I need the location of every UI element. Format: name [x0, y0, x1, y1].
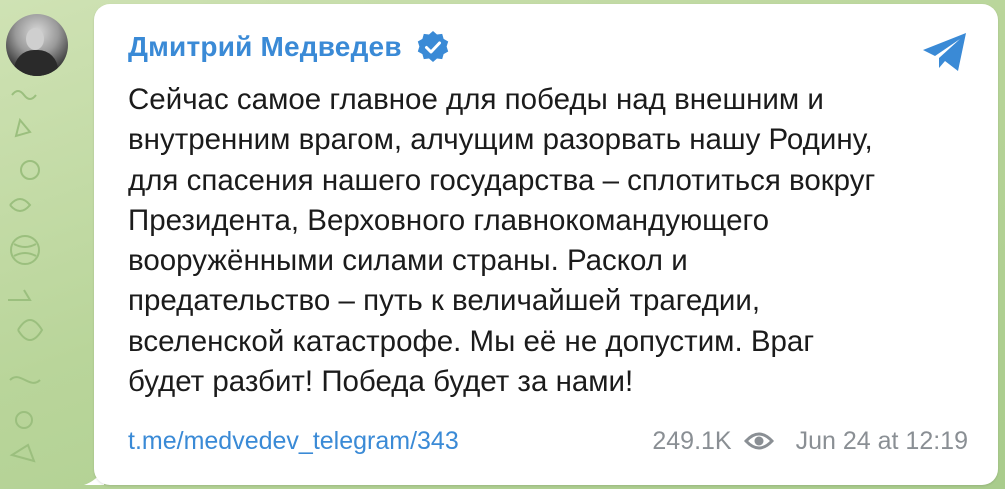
- message-timestamp: Jun 24 at 12:19: [795, 426, 968, 455]
- eye-icon: [743, 432, 774, 450]
- verified-badge-icon: [417, 31, 448, 62]
- message-meta: 249.1K Jun 24 at 12:19: [652, 427, 968, 456]
- message-text: Сейчас самое главное для победы над внеш…: [128, 83, 876, 399]
- message-bubble: Дмитрий Медведев Сейчас самое главное дл…: [94, 4, 998, 485]
- post-link[interactable]: t.me/medvedev_telegram/343: [128, 427, 459, 456]
- author-name[interactable]: Дмитрий Медведев: [128, 31, 402, 63]
- view-count: 249.1K: [652, 426, 732, 455]
- channel-avatar[interactable]: [6, 14, 68, 76]
- message-footer: t.me/medvedev_telegram/343 249.1K Jun 24…: [128, 424, 968, 458]
- message-header: Дмитрий Медведев: [128, 30, 450, 64]
- telegram-share-icon[interactable]: [920, 30, 970, 74]
